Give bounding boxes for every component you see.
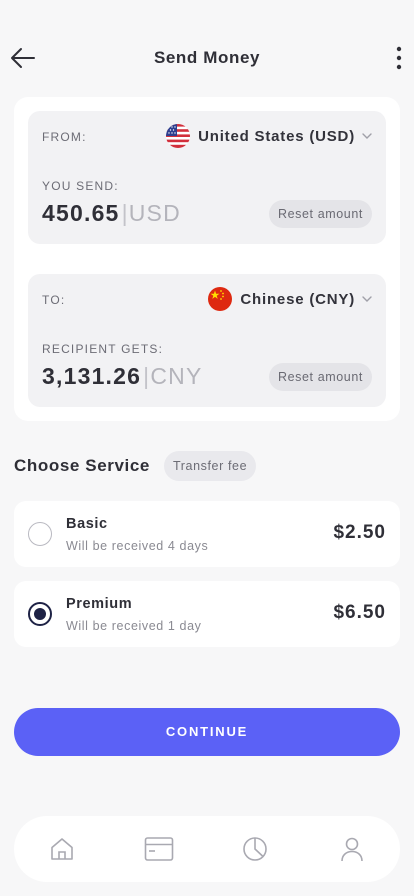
chart-icon[interactable] [233, 827, 277, 871]
us-flag-icon [166, 124, 191, 148]
continue-button[interactable]: CONTINUE [14, 708, 400, 756]
service-description: Will be received 4 days [66, 539, 209, 553]
radio-basic[interactable] [28, 522, 52, 546]
receive-amount-value: 3,131.26 [42, 363, 142, 389]
receive-amount-unit: CNY [150, 363, 203, 389]
radio-premium[interactable] [28, 602, 52, 626]
service-name: Premium [66, 596, 133, 612]
profile-icon[interactable] [330, 827, 374, 871]
choose-service-heading: Choose Service [14, 456, 150, 475]
page-title: Send Money [153, 48, 261, 67]
app-header: Send Money [0, 38, 414, 78]
reset-send-amount-button[interactable]: Reset amount [268, 200, 372, 228]
transfer-fee-badge: Transfer fee [164, 451, 257, 481]
from-currency-select[interactable]: United States (USD) [166, 123, 372, 149]
service-price: $6.50 [333, 602, 386, 623]
exchange-card: FROM: United States (USD) YOU SEND: 450.… [14, 97, 400, 421]
receive-amount-field[interactable]: 3,131.26|CNY [42, 363, 203, 390]
card-icon[interactable] [137, 827, 181, 871]
you-send-label: YOU SEND: [42, 179, 119, 193]
china-flag-icon [208, 287, 233, 311]
send-amount-value: 450.65 [42, 200, 120, 226]
reset-receive-amount-button[interactable]: Reset amount [268, 363, 372, 391]
from-currency-name: United States (USD) [198, 127, 355, 145]
to-currency-box: TO: Chinese (CNY) RECIPIENT GETS: 3,131.… [28, 274, 386, 407]
service-description: Will be received 1 day [66, 619, 202, 633]
to-currency-select[interactable]: Chinese (CNY) [208, 286, 372, 312]
home-icon[interactable] [40, 827, 84, 871]
send-amount-unit: USD [128, 200, 181, 226]
chevron-down-icon [362, 133, 372, 139]
send-amount-field[interactable]: 450.65|USD [42, 200, 181, 227]
service-name: Basic [66, 516, 108, 532]
recipient-gets-label: RECIPIENT GETS: [42, 342, 164, 356]
amount-cursor: | [121, 200, 129, 226]
chevron-down-icon [362, 296, 372, 302]
to-label: TO: [42, 293, 66, 307]
from-currency-box: FROM: United States (USD) YOU SEND: 450.… [28, 111, 386, 244]
service-price: $2.50 [333, 522, 386, 543]
bottom-navigation [14, 816, 400, 882]
to-currency-name: Chinese (CNY) [240, 290, 355, 308]
more-options-icon[interactable] [394, 44, 404, 72]
service-option-basic[interactable]: Basic Will be received 4 days $2.50 [14, 501, 400, 567]
from-label: FROM: [42, 130, 87, 144]
service-option-premium[interactable]: Premium Will be received 1 day $6.50 [14, 581, 400, 647]
